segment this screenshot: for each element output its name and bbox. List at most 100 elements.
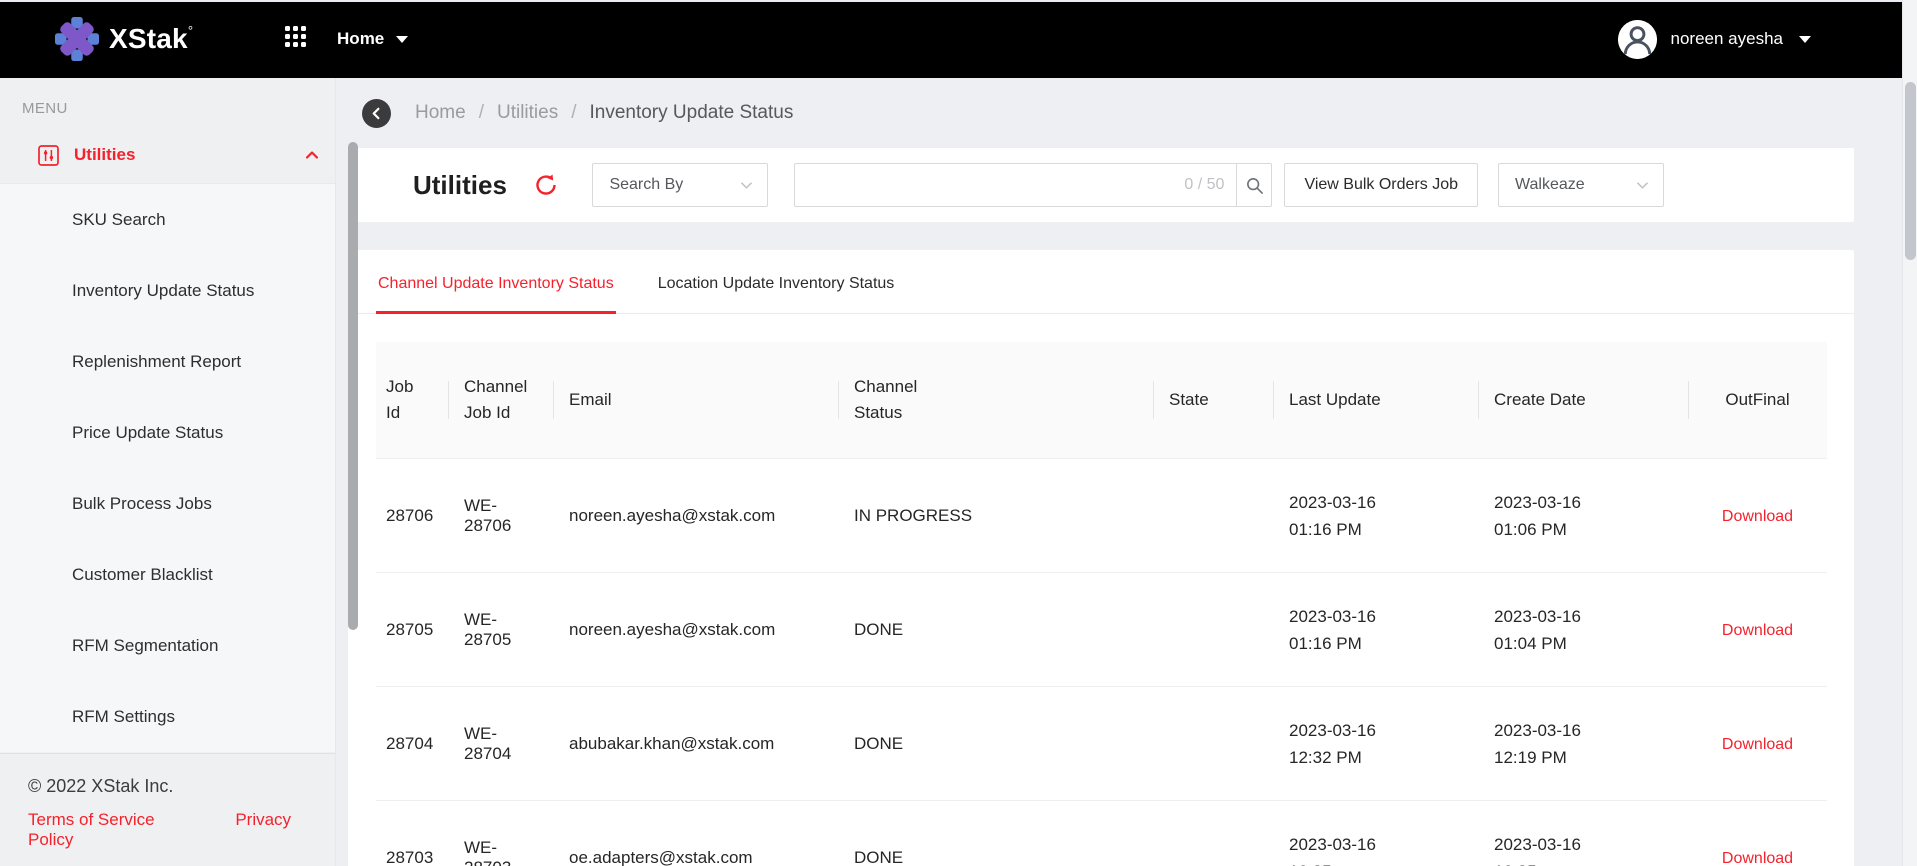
- channel-job-id-cell: WE-28706: [448, 459, 553, 573]
- sidebar-scrollbar-thumb[interactable]: [348, 142, 358, 630]
- tab-location-update-inventory-status[interactable]: Location Update Inventory Status: [656, 275, 897, 313]
- create-date-cell: 2023-03-16 01:06 PM: [1478, 459, 1688, 573]
- job-id-cell: 28705: [376, 573, 448, 687]
- sidebar-submenu: SKU SearchInventory Update StatusRepleni…: [0, 183, 335, 752]
- create-date-cell: 2023-03-16 10:35: [1478, 801, 1688, 866]
- column-header: Channel Job Id: [448, 342, 553, 459]
- store-select-value: Walkeaze: [1515, 176, 1626, 194]
- nav-home-label: Home: [337, 29, 384, 49]
- channel-status-cell: DONE: [838, 801, 1153, 866]
- last-update-cell: 2023-03-16 01:16 PM: [1273, 573, 1478, 687]
- download-link[interactable]: Download: [1722, 736, 1793, 753]
- sidebar-menu-heading: MENU: [0, 78, 335, 117]
- window-top-edge: [0, 0, 1917, 2]
- outfinal-cell: Download: [1688, 459, 1827, 573]
- page-scrollbar: [1902, 0, 1917, 866]
- user-menu[interactable]: noreen ayesha: [1618, 20, 1899, 59]
- brand-logo[interactable]: XStak °: [55, 17, 193, 61]
- sidebar-item-utilities-label: Utilities: [74, 145, 305, 165]
- search-button[interactable]: [1236, 163, 1272, 207]
- page-title: Utilities: [413, 170, 507, 201]
- page-scrollbar-thumb[interactable]: [1905, 82, 1916, 260]
- sliders-icon: [38, 145, 59, 166]
- download-link[interactable]: Download: [1722, 850, 1793, 866]
- search-by-select[interactable]: Search By: [592, 163, 768, 207]
- state-cell: [1153, 687, 1273, 801]
- column-header: Last Update: [1273, 342, 1478, 459]
- search-input[interactable]: [809, 176, 1184, 194]
- terms-of-service-link[interactable]: Terms of Service: [28, 810, 155, 829]
- store-select[interactable]: Walkeaze: [1498, 163, 1664, 207]
- channel-status-cell: DONE: [838, 687, 1153, 801]
- sidebar-item-rfm-segmentation[interactable]: RFM Segmentation: [0, 610, 335, 681]
- sidebar-item-inventory-update-status[interactable]: Inventory Update Status: [0, 255, 335, 326]
- sidebar-item-replenishment-report[interactable]: Replenishment Report: [0, 326, 335, 397]
- sidebar-item-customer-blacklist[interactable]: Customer Blacklist: [0, 539, 335, 610]
- sidebar: MENU Utilities SKU SearchInventory Updat…: [0, 78, 336, 866]
- breadcrumb-row: Home/Utilities/Inventory Update Status: [336, 78, 1917, 148]
- jobs-table: Job IdChannel Job IdEmailChannel StatusS…: [376, 342, 1827, 866]
- brand-trademark: °: [188, 23, 193, 38]
- outfinal-cell: Download: [1688, 801, 1827, 866]
- last-update-cell: 2023-03-16 12:32 PM: [1273, 687, 1478, 801]
- tab-channel-update-inventory-status[interactable]: Channel Update Inventory Status: [376, 275, 616, 313]
- toolbar-controls: Search By 0 / 50: [592, 163, 1664, 207]
- chevron-up-icon: [305, 148, 319, 162]
- column-header: Channel Status: [838, 342, 1153, 459]
- last-update-cell: 2023-03-16 01:16 PM: [1273, 459, 1478, 573]
- user-name[interactable]: noreen ayesha: [1671, 29, 1783, 49]
- search-input-wrapper: 0 / 50: [794, 163, 1236, 207]
- state-cell: [1153, 573, 1273, 687]
- outfinal-cell: Download: [1688, 687, 1827, 801]
- user-caret-icon: [1799, 36, 1811, 43]
- channel-status-cell: DONE: [838, 573, 1153, 687]
- job-id-cell: 28706: [376, 459, 448, 573]
- jobs-panel: Channel Update Inventory Status Location …: [348, 250, 1854, 866]
- channel-job-id-cell: WE-28704: [448, 687, 553, 801]
- email-cell: noreen.ayesha@xstak.com: [553, 459, 838, 573]
- brand-name: XStak: [109, 17, 188, 61]
- table-row: 28704WE-28704abubakar.khan@xstak.comDONE…: [376, 687, 1827, 801]
- email-cell: oe.adapters@xstak.com: [553, 801, 838, 866]
- sidebar-item-rfm-settings[interactable]: RFM Settings: [0, 681, 335, 752]
- last-update-cell: 2023-03-16 10:35: [1273, 801, 1478, 866]
- job-id-cell: 28703: [376, 801, 448, 866]
- breadcrumb-item[interactable]: Utilities: [497, 102, 558, 124]
- refresh-icon[interactable]: [534, 173, 558, 197]
- table-body: 28706WE-28706noreen.ayesha@xstak.comIN P…: [376, 459, 1827, 866]
- user-avatar[interactable]: [1618, 20, 1657, 59]
- channel-job-id-cell: WE-28703: [448, 801, 553, 866]
- nav-home-menu[interactable]: Home: [337, 29, 408, 49]
- create-date-cell: 2023-03-16 12:19 PM: [1478, 687, 1688, 801]
- view-bulk-orders-job-button[interactable]: View Bulk Orders Job: [1284, 163, 1478, 207]
- sidebar-item-utilities[interactable]: Utilities: [0, 127, 335, 183]
- apps-grid-icon[interactable]: [285, 26, 311, 52]
- main-content: Home/Utilities/Inventory Update Status U…: [336, 78, 1917, 866]
- breadcrumb: Home/Utilities/Inventory Update Status: [415, 102, 793, 124]
- sidebar-item-price-update-status[interactable]: Price Update Status: [0, 397, 335, 468]
- download-link[interactable]: Download: [1722, 508, 1793, 525]
- column-header: Job Id: [376, 342, 448, 459]
- column-header: Email: [553, 342, 838, 459]
- breadcrumb-separator: /: [479, 102, 484, 124]
- table-row: 28705WE-28705noreen.ayesha@xstak.comDONE…: [376, 573, 1827, 687]
- top-navbar: XStak ° Home noreen ayesha: [0, 0, 1917, 78]
- breadcrumb-item[interactable]: Home: [415, 102, 466, 124]
- page-header-panel: Utilities Search By 0 / 50: [348, 148, 1854, 222]
- table-row: 28703WE-28703oe.adapters@xstak.comDONE 20…: [376, 801, 1827, 866]
- email-cell: noreen.ayesha@xstak.com: [553, 573, 838, 687]
- column-header: State: [1153, 342, 1273, 459]
- copyright-text: © 2022 XStak Inc.: [28, 776, 335, 797]
- home-caret-icon: [396, 36, 408, 43]
- back-button[interactable]: [362, 99, 391, 128]
- sidebar-item-sku-search[interactable]: SKU Search: [0, 184, 335, 255]
- email-cell: abubakar.khan@xstak.com: [553, 687, 838, 801]
- table-row: 28706WE-28706noreen.ayesha@xstak.comIN P…: [376, 459, 1827, 573]
- column-header: Create Date: [1478, 342, 1688, 459]
- state-cell: [1153, 459, 1273, 573]
- search-by-value: Search By: [609, 176, 730, 194]
- download-link[interactable]: Download: [1722, 622, 1793, 639]
- channel-status-cell: IN PROGRESS: [838, 459, 1153, 573]
- chevron-down-icon: [1636, 179, 1649, 192]
- sidebar-item-bulk-process-jobs[interactable]: Bulk Process Jobs: [0, 468, 335, 539]
